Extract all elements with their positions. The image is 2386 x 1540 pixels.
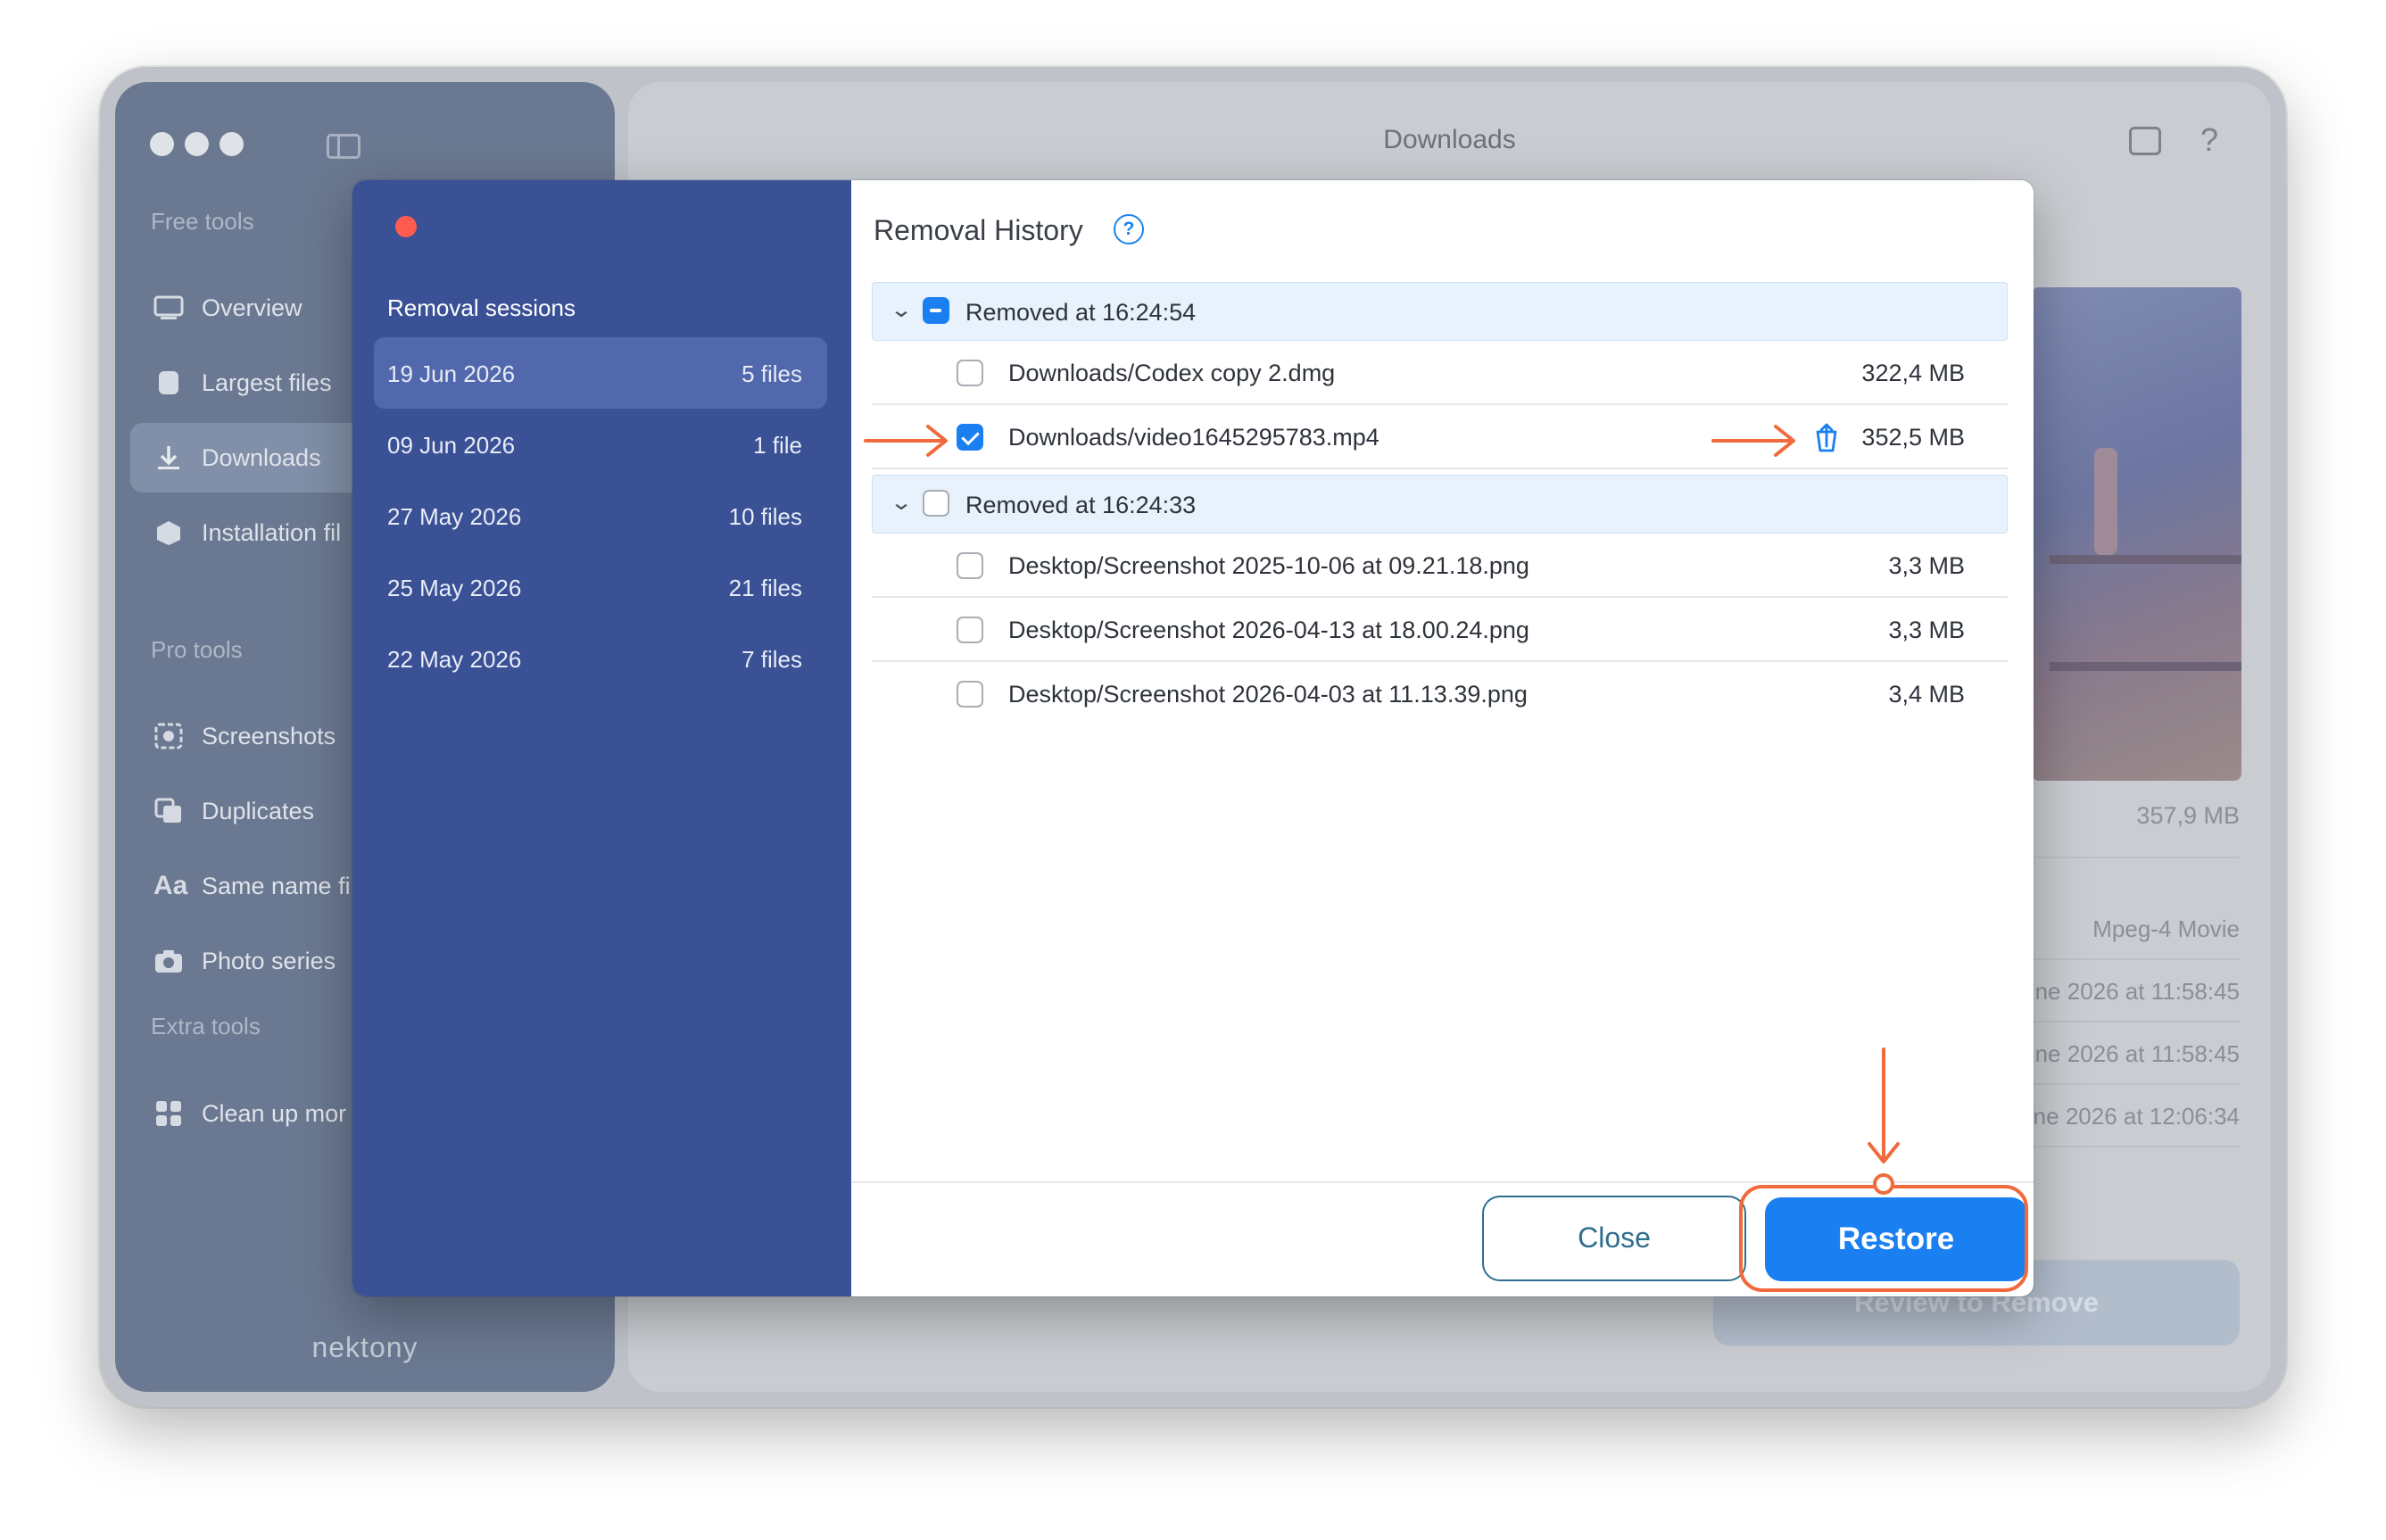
file-date-value: ne 2026 at 12:06:34 <box>2033 1103 2240 1130</box>
file-name: Downloads/Codex copy 2.dmg <box>1008 360 1336 386</box>
file-row: Downloads/Codex copy 2.dmg 322,4 MB <box>872 341 2008 405</box>
file-checkbox[interactable] <box>957 617 983 643</box>
sidebar-item-label: Same name fi <box>202 873 351 899</box>
screenshots-icon <box>153 723 184 749</box>
file-checkbox[interactable] <box>957 424 983 451</box>
sidebar-item-label: Photo series <box>202 948 336 974</box>
group-label: Removed at 16:24:54 <box>965 299 1197 326</box>
file-checkbox[interactable] <box>957 681 983 708</box>
close-button[interactable]: Close <box>1482 1196 1746 1281</box>
file-size: 322,4 MB <box>1861 360 1965 386</box>
group-label: Removed at 16:24:33 <box>965 492 1197 518</box>
sessions-panel: Removal sessions 19 Jun 2026 5 files 09 … <box>352 180 851 1296</box>
file-size-value: 357,9 MB <box>2136 802 2240 829</box>
file-row: Desktop/Screenshot 2026-04-13 at 18.00.2… <box>872 598 2008 662</box>
file-size: 3,3 MB <box>1888 552 1965 579</box>
file-size: 352,5 MB <box>1861 424 1965 451</box>
removal-history-dialog: Removal sessions 19 Jun 2026 5 files 09 … <box>352 180 2034 1296</box>
group-checkbox[interactable] <box>923 490 949 517</box>
largest-files-icon <box>153 369 184 396</box>
same-name-icon: Aa <box>153 871 188 900</box>
photo-series-icon <box>153 948 184 974</box>
session-item[interactable]: 09 Jun 2026 1 file <box>374 409 827 480</box>
file-name: Desktop/Screenshot 2025-10-06 at 09.21.1… <box>1008 552 1529 579</box>
session-count: 7 files <box>741 646 802 673</box>
removal-group-header[interactable]: ⌄ Removed at 16:24:33 <box>872 475 2008 534</box>
session-count: 21 files <box>728 575 802 601</box>
session-item[interactable]: 19 Jun 2026 5 files <box>374 337 827 409</box>
sessions-title: Removal sessions <box>387 294 576 321</box>
sidebar-item-label: Installation fil <box>202 519 342 546</box>
file-kind-value: Mpeg-4 Movie <box>2092 915 2240 942</box>
overview-icon <box>153 294 184 321</box>
window-zoom-button[interactable] <box>220 132 244 156</box>
file-row: Desktop/Screenshot 2026-04-03 at 11.13.3… <box>872 662 2008 726</box>
restore-file-icon[interactable] <box>1810 421 1843 453</box>
section-label-free-tools: Free tools <box>151 208 254 235</box>
sidebar-item-label: Duplicates <box>202 798 315 824</box>
file-row: Desktop/Screenshot 2025-10-06 at 09.21.1… <box>872 534 2008 598</box>
dialog-close-dot[interactable] <box>395 216 417 237</box>
section-label-extra-tools: Extra tools <box>151 1013 261 1039</box>
file-date-value: ne 2026 at 11:58:45 <box>2034 978 2240 1005</box>
file-name: Desktop/Screenshot 2026-04-03 at 11.13.3… <box>1008 681 1528 708</box>
help-icon[interactable]: ? <box>2200 121 2218 159</box>
section-label-pro-tools: Pro tools <box>151 636 243 663</box>
duplicates-icon <box>153 798 184 824</box>
session-count: 10 files <box>728 503 802 530</box>
session-date: 19 Jun 2026 <box>387 360 516 387</box>
downloads-icon <box>153 444 184 471</box>
chevron-down-icon[interactable]: ⌄ <box>890 297 913 323</box>
session-date: 09 Jun 2026 <box>387 432 516 459</box>
file-size: 3,4 MB <box>1888 681 1965 708</box>
sidebar-toggle-icon[interactable] <box>327 134 360 159</box>
file-date-value: ne 2026 at 11:58:45 <box>2034 1040 2240 1067</box>
session-count: 1 file <box>753 432 802 459</box>
session-item[interactable]: 27 May 2026 10 files <box>374 480 827 551</box>
session-item[interactable]: 22 May 2026 7 files <box>374 623 827 694</box>
file-name: Desktop/Screenshot 2026-04-13 at 18.00.2… <box>1008 617 1529 643</box>
session-count: 5 files <box>741 360 802 387</box>
group-checkbox[interactable] <box>923 297 949 324</box>
sidebar-item-label: Largest files <box>202 369 332 396</box>
file-row: Downloads/video1645295783.mp4 352,5 MB <box>872 405 2008 469</box>
file-checkbox[interactable] <box>957 552 983 579</box>
brand-logo: nektony <box>311 1331 418 1363</box>
file-size: 3,3 MB <box>1888 617 1965 643</box>
chevron-down-icon[interactable]: ⌄ <box>890 490 913 516</box>
session-date: 22 May 2026 <box>387 646 522 673</box>
sidebar-item-label: Downloads <box>202 444 321 471</box>
file-name: Downloads/video1645295783.mp4 <box>1008 424 1379 451</box>
footer-divider <box>851 1181 2034 1183</box>
session-date: 25 May 2026 <box>387 575 522 601</box>
file-preview-image <box>2032 287 2241 781</box>
chat-icon[interactable] <box>2129 127 2161 155</box>
session-item[interactable]: 25 May 2026 21 files <box>374 551 827 623</box>
window-minimize-button[interactable] <box>185 132 209 156</box>
history-panel: Removal History ? ⌄ Removed at 16:24:54 … <box>851 180 2034 1296</box>
installation-files-icon <box>153 519 184 546</box>
page-title: Downloads <box>1383 125 1516 154</box>
help-icon[interactable]: ? <box>1114 214 1144 244</box>
removal-group-header[interactable]: ⌄ Removed at 16:24:54 <box>872 282 2008 341</box>
file-checkbox[interactable] <box>957 360 983 386</box>
sidebar-item-label: Overview <box>202 294 302 321</box>
dialog-title: Removal History <box>874 214 1083 246</box>
session-date: 27 May 2026 <box>387 503 522 530</box>
sidebar-item-label: Screenshots <box>202 723 336 749</box>
clean-up-icon <box>153 1100 184 1127</box>
restore-highlight-frame <box>1739 1185 2028 1292</box>
sidebar-item-label: Clean up mor <box>202 1100 347 1127</box>
window-close-button[interactable] <box>150 132 174 156</box>
